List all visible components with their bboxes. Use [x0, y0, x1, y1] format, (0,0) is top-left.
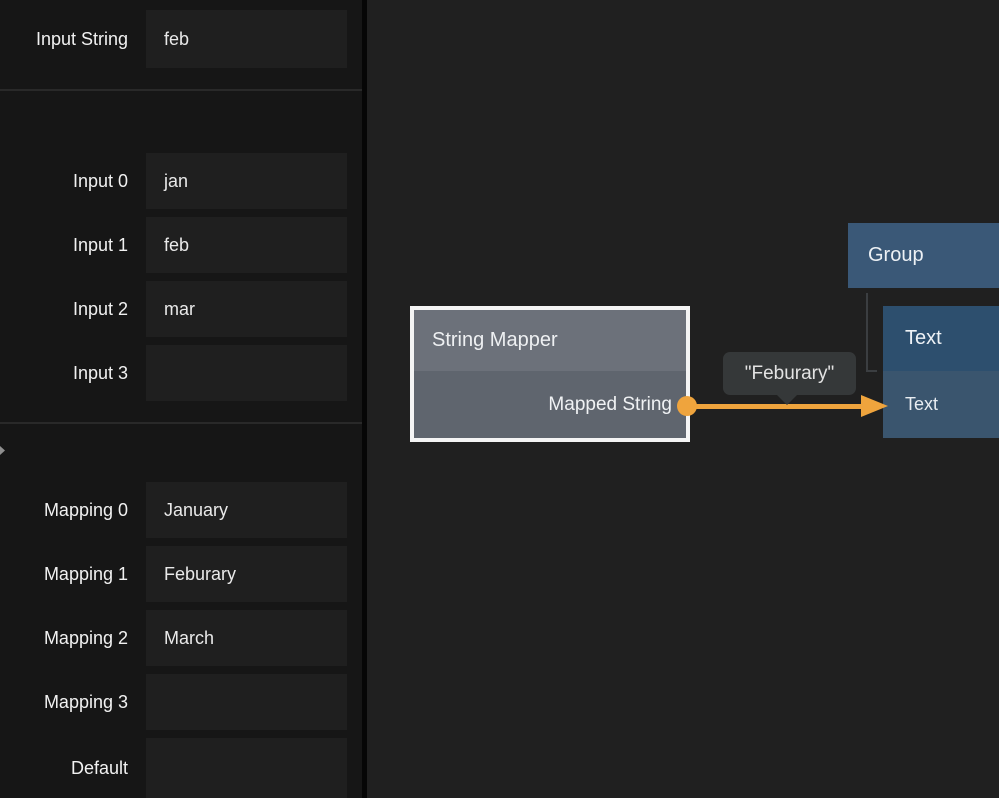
text-node-input-label: Text — [905, 394, 938, 415]
param-row-input-3: Input 3 — [0, 345, 362, 401]
param-row-input-1: Input 1 feb — [0, 217, 362, 273]
wire-value-tooltip-pointer — [776, 394, 798, 405]
param-row-mapping-3: Mapping 3 — [0, 674, 362, 730]
group-node[interactable]: Group — [848, 223, 999, 288]
param-row-input-0: Input 0 jan — [0, 153, 362, 209]
connection-wire[interactable] — [687, 404, 862, 409]
param-input-default[interactable] — [146, 738, 347, 798]
param-input-mapping-1[interactable]: Feburary — [146, 546, 347, 602]
group-node-title: Group — [868, 244, 924, 267]
string-mapper-node-title: String Mapper — [432, 329, 558, 352]
param-label-input-2: Input 2 — [0, 281, 128, 337]
section-divider — [0, 422, 362, 424]
param-input-mapping-2[interactable]: March — [146, 610, 347, 666]
group-hierarchy-line-vertical — [866, 293, 868, 372]
section-divider — [0, 89, 362, 91]
text-node-input-row[interactable]: Text — [883, 371, 999, 438]
param-label-input-0: Input 0 — [0, 153, 128, 209]
param-label-mapping-1: Mapping 1 — [0, 546, 128, 602]
param-value-input-string: feb — [164, 29, 189, 50]
param-row-mapping-0: Mapping 0 January — [0, 482, 362, 538]
param-label-mapping-2: Mapping 2 — [0, 610, 128, 666]
node-canvas[interactable]: Group Text Text String Mapper Mapped Str… — [367, 0, 999, 798]
wire-value-tooltip-text: "Feburary" — [745, 363, 835, 385]
string-mapper-node[interactable]: String Mapper Mapped String — [410, 306, 690, 442]
mapped-string-output-label: Mapped String — [548, 394, 672, 416]
text-node-header[interactable]: Text — [883, 306, 999, 371]
param-input-input-string[interactable]: feb — [146, 10, 347, 68]
param-value-mapping-2: March — [164, 628, 214, 649]
param-input-mapping-3[interactable] — [146, 674, 347, 730]
output-port[interactable] — [677, 396, 697, 416]
param-label-default: Default — [0, 738, 128, 798]
mapped-string-output-row: Mapped String — [414, 371, 686, 438]
param-value-input-1: feb — [164, 235, 189, 256]
param-label-mapping-0: Mapping 0 — [0, 482, 128, 538]
param-label-input-string: Input String — [0, 10, 128, 68]
param-input-mapping-0[interactable]: January — [146, 482, 347, 538]
param-row-mapping-2: Mapping 2 March — [0, 610, 362, 666]
param-value-input-0: jan — [164, 171, 188, 192]
param-label-mapping-3: Mapping 3 — [0, 674, 128, 730]
param-label-input-1: Input 1 — [0, 217, 128, 273]
param-row-mapping-1: Mapping 1 Feburary — [0, 546, 362, 602]
text-node-title: Text — [905, 327, 942, 350]
param-row-default: Default — [0, 738, 362, 798]
parameters-panel: Input String feb Input 0 jan Input 1 feb… — [0, 0, 362, 798]
param-input-input-0[interactable]: jan — [146, 153, 347, 209]
param-row-input-string: Input String feb — [0, 10, 362, 68]
param-label-input-3: Input 3 — [0, 345, 128, 401]
param-value-mapping-0: January — [164, 500, 228, 521]
param-value-mapping-1: Feburary — [164, 564, 236, 585]
wire-value-tooltip: "Feburary" — [723, 352, 856, 395]
app-window: Input String feb Input 0 jan Input 1 feb… — [0, 0, 999, 798]
connection-arrowhead-icon — [861, 395, 888, 417]
group-hierarchy-line-horizontal — [866, 370, 877, 372]
param-row-input-2: Input 2 mar — [0, 281, 362, 337]
param-value-input-2: mar — [164, 299, 195, 320]
param-input-input-1[interactable]: feb — [146, 217, 347, 273]
param-input-input-3[interactable] — [146, 345, 347, 401]
string-mapper-node-header[interactable]: String Mapper — [414, 310, 686, 371]
collapsed-section-arrow-icon[interactable] — [0, 446, 5, 455]
param-input-input-2[interactable]: mar — [146, 281, 347, 337]
text-node[interactable]: Text Text — [883, 306, 999, 438]
